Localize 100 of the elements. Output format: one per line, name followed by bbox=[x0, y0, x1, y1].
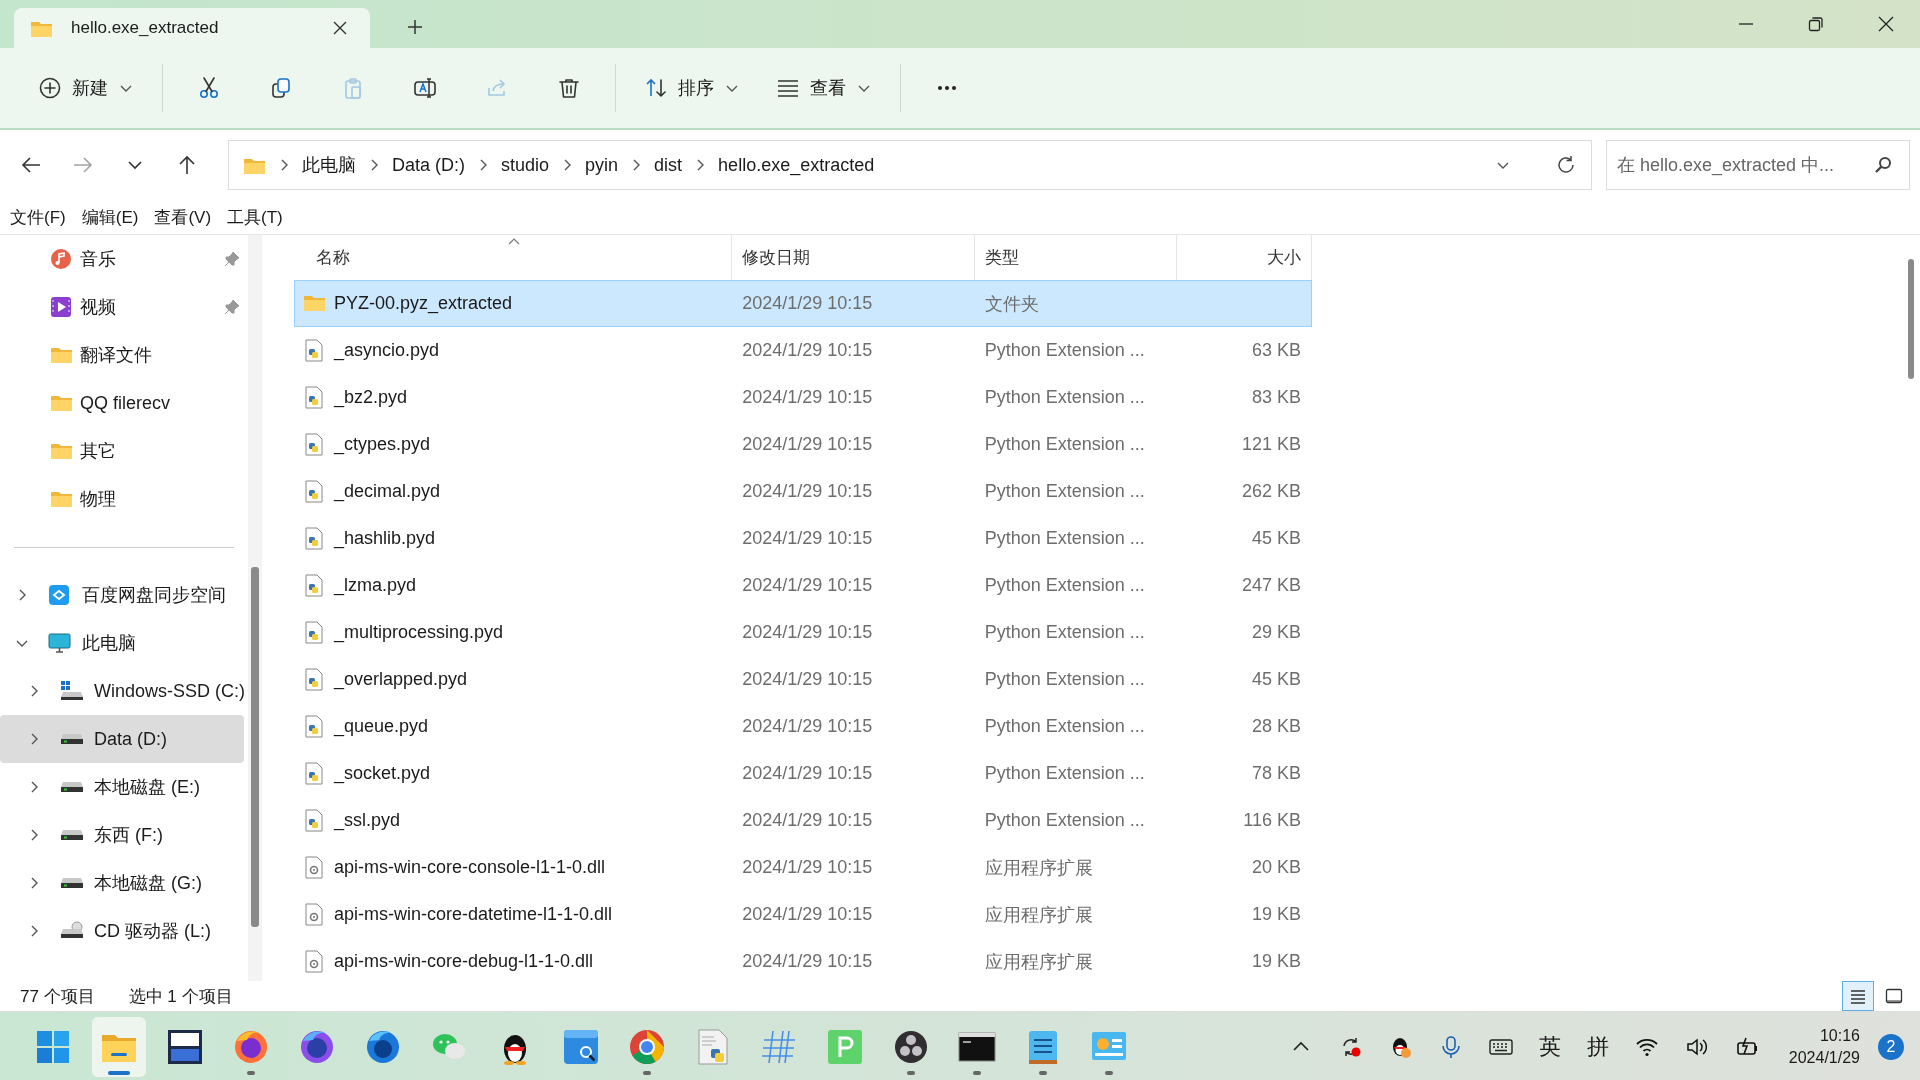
python-file-icon bbox=[303, 715, 325, 738]
file-row[interactable]: _overlapped.pyd 2024/1/29 10:15 Python Extension ... 45 KB bbox=[294, 656, 1312, 703]
search-field[interactable]: 在 hello.exe_extracted 中... bbox=[1606, 140, 1910, 190]
file-type: Python Extension ... bbox=[984, 528, 1145, 549]
details-view-button[interactable] bbox=[1842, 981, 1874, 1011]
file-row[interactable]: api-ms-win-core-console-l1-1-0.dll 2024/1/29 10:15 应用程序扩展 20 KB bbox=[294, 844, 1312, 891]
search-icon bbox=[1874, 156, 1892, 174]
new-tab-icon[interactable] bbox=[406, 18, 424, 36]
file-row[interactable]: _queue.pyd 2024/1/29 10:15 Python Extension ... 28 KB bbox=[294, 703, 1312, 750]
file-row[interactable]: _socket.pyd 2024/1/29 10:15 Python Extension ... 78 KB bbox=[294, 750, 1312, 797]
file-row[interactable]: _bz2.pyd 2024/1/29 10:15 Python Extension ... 83 KB bbox=[294, 374, 1312, 421]
menu-item[interactable]: 查看(V) bbox=[154, 205, 212, 229]
file-name: _ctypes.pyd bbox=[334, 434, 431, 455]
file-row[interactable]: _multiprocessing.pyd 2024/1/29 10:15 Python Extension ... 29 KB bbox=[294, 609, 1312, 656]
cloud-drive-icon bbox=[48, 584, 72, 606]
item-count: 77 个项目 bbox=[20, 985, 95, 1008]
scrollbar-thumb[interactable] bbox=[251, 567, 259, 927]
modified-date: 2024/1/29 10:15 bbox=[742, 716, 873, 737]
sidebar-item[interactable]: 翻译文件 bbox=[0, 331, 248, 379]
dictionary-icon bbox=[561, 1027, 601, 1067]
file-row[interactable]: api-ms-win-core-debug-l1-1-0.dll 2024/1/29 10:15 应用程序扩展 19 KB bbox=[294, 938, 1312, 981]
modified-date: 2024/1/29 10:15 bbox=[742, 434, 873, 455]
modified-date: 2024/1/29 10:15 bbox=[742, 528, 873, 549]
input-method-indicator[interactable]: 拼 bbox=[1586, 1032, 1609, 1062]
dll-file-icon bbox=[303, 903, 325, 926]
file-type: 应用程序扩展 bbox=[984, 903, 1093, 927]
modified-date: 2024/1/29 10:15 bbox=[742, 340, 873, 361]
tree-item[interactable]: 东西 (F:) bbox=[0, 811, 244, 859]
python-file-icon bbox=[303, 668, 325, 691]
file-name: _hashlib.pyd bbox=[334, 528, 436, 549]
file-type: Python Extension ... bbox=[984, 340, 1145, 361]
dll-file-icon bbox=[303, 856, 325, 879]
file-row[interactable]: _hashlib.pyd 2024/1/29 10:15 Python Extension ... 45 KB bbox=[294, 515, 1312, 562]
file-name: _decimal.pyd bbox=[334, 481, 441, 502]
monitor-icon bbox=[48, 632, 72, 654]
file-name: api-ms-win-core-console-l1-1-0.dll bbox=[334, 857, 606, 878]
restore-icon[interactable] bbox=[1808, 16, 1824, 32]
python-file-icon bbox=[303, 386, 325, 409]
clock-time[interactable]: 10:16 bbox=[1819, 1025, 1860, 1047]
file-size: 63 KB bbox=[1251, 340, 1301, 361]
file-size: 28 KB bbox=[1251, 716, 1301, 737]
file-row[interactable]: _ssl.pyd 2024/1/29 10:15 Python Extension ... 116 KB bbox=[294, 797, 1312, 844]
address-bar[interactable]: 此电脑 Data (D:) studio pyin dist hello.exe_extracted bbox=[228, 140, 1592, 190]
tree-item[interactable]: 此电脑 bbox=[0, 619, 244, 667]
refresh-icon[interactable] bbox=[1555, 154, 1577, 176]
file-row[interactable]: PYZ-00.pyz_extracted 2024/1/29 10:15 文件夹 bbox=[294, 280, 1312, 327]
scrollbar-thumb[interactable] bbox=[1908, 259, 1914, 379]
breadcrumb-item[interactable]: studio bbox=[501, 154, 550, 176]
close-icon[interactable] bbox=[1878, 16, 1894, 32]
file-size: 78 KB bbox=[1251, 763, 1301, 784]
notification-badge[interactable]: 2 bbox=[1878, 1034, 1904, 1060]
file-name: _socket.pyd bbox=[334, 763, 431, 784]
file-type: Python Extension ... bbox=[984, 481, 1145, 502]
file-row[interactable]: _decimal.pyd 2024/1/29 10:15 Python Extension ... 262 KB bbox=[294, 468, 1312, 515]
modified-date: 2024/1/29 10:15 bbox=[742, 951, 873, 972]
file-size: 116 KB bbox=[1243, 810, 1301, 831]
menu-item[interactable]: 工具(T) bbox=[227, 205, 283, 229]
sidebar-item[interactable]: 其它 bbox=[0, 427, 248, 475]
modified-date: 2024/1/29 10:15 bbox=[742, 575, 873, 596]
file-name: _ssl.pyd bbox=[334, 810, 401, 831]
breadcrumb-item[interactable]: dist bbox=[654, 154, 683, 176]
code-editor-icon bbox=[165, 1027, 205, 1067]
dll-file-icon bbox=[303, 950, 325, 973]
file-row[interactable]: _ctypes.pyd 2024/1/29 10:15 Python Extension ... 121 KB bbox=[294, 421, 1312, 468]
modified-date: 2024/1/29 10:15 bbox=[742, 904, 873, 925]
menu-item[interactable]: 编辑(E) bbox=[81, 205, 139, 229]
breadcrumb-item[interactable]: 此电脑 bbox=[302, 153, 356, 177]
music-icon bbox=[50, 248, 74, 270]
toolbar-button[interactable]: 排序 bbox=[634, 65, 750, 111]
menu-item[interactable]: 文件(F) bbox=[10, 205, 66, 229]
close-icon[interactable] bbox=[332, 20, 348, 36]
tree-item[interactable]: CD 驱动器 (L:) bbox=[0, 907, 244, 955]
sidebar-item[interactable]: 视频 bbox=[0, 283, 248, 331]
tree-item[interactable]: 百度网盘同步空间 bbox=[0, 571, 244, 619]
breadcrumb-item[interactable]: hello.exe_extracted bbox=[718, 154, 875, 176]
file-name: api-ms-win-core-datetime-l1-1-0.dll bbox=[334, 904, 613, 925]
breadcrumb-item[interactable]: Data (D:) bbox=[392, 154, 465, 176]
file-type: Python Extension ... bbox=[984, 575, 1145, 596]
toolbar-button[interactable]: 新建 bbox=[28, 65, 144, 111]
modified-date: 2024/1/29 10:15 bbox=[742, 857, 873, 878]
toolbar-button[interactable]: 查看 bbox=[766, 65, 882, 111]
file-row[interactable]: _asyncio.pyd 2024/1/29 10:15 Python Extension ... 63 KB bbox=[294, 327, 1312, 374]
tree-item[interactable]: 本地磁盘 (G:) bbox=[0, 859, 244, 907]
sidebar-item[interactable]: 物理 bbox=[0, 475, 248, 523]
window-tab[interactable]: hello.exe_extracted bbox=[14, 8, 370, 48]
python-file-icon bbox=[303, 574, 325, 597]
file-name: _bz2.pyd bbox=[334, 387, 408, 408]
clock-date[interactable]: 2024/1/29 bbox=[1788, 1047, 1860, 1069]
file-row[interactable]: _lzma.pyd 2024/1/29 10:15 Python Extension ... 247 KB bbox=[294, 562, 1312, 609]
tree-item[interactable]: Windows-SSD (C:) bbox=[0, 667, 244, 715]
breadcrumb-item[interactable]: pyin bbox=[585, 154, 619, 176]
file-name: _overlapped.pyd bbox=[334, 669, 468, 690]
tree-item[interactable]: Data (D:) bbox=[0, 715, 244, 763]
tree-item[interactable]: 本地磁盘 (E:) bbox=[0, 763, 244, 811]
file-row[interactable]: api-ms-win-core-datetime-l1-1-0.dll 2024/1/29 10:15 应用程序扩展 19 KB bbox=[294, 891, 1312, 938]
sidebar-item[interactable]: QQ filerecv bbox=[0, 379, 248, 427]
sidebar-item[interactable]: 音乐 bbox=[0, 235, 248, 283]
file-size: 247 KB bbox=[1241, 575, 1301, 596]
input-method-indicator[interactable]: 英 bbox=[1538, 1032, 1561, 1062]
column-header-label: 修改日期 bbox=[742, 247, 810, 269]
